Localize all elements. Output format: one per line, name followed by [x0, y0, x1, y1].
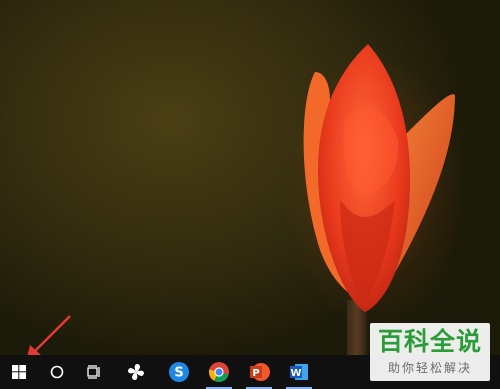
powerpoint-app[interactable]: P — [240, 355, 278, 389]
chrome-browser[interactable] — [200, 355, 238, 389]
svg-text:P: P — [252, 368, 259, 379]
watermark-subtitle: 助你轻松解决 — [387, 361, 472, 375]
sogou-s-icon: S — [169, 362, 189, 382]
task-view-button[interactable] — [76, 355, 114, 389]
chrome-icon — [208, 362, 229, 383]
search-button[interactable] — [38, 355, 76, 389]
powerpoint-icon: P — [250, 363, 270, 381]
sogou-browser[interactable]: S — [160, 355, 198, 389]
task-view-icon — [87, 365, 100, 379]
start-button[interactable] — [0, 355, 38, 389]
cortana-circle-icon — [50, 365, 64, 379]
watermark-logo: 百科全说 助你轻松解决 — [370, 323, 490, 381]
watermark-title: 百科全说 — [377, 327, 482, 356]
pinwheel-app[interactable] — [117, 355, 155, 389]
svg-text:W: W — [290, 368, 301, 379]
word-app[interactable]: W — [280, 355, 318, 389]
pinwheel-icon — [128, 364, 144, 380]
svg-text:S: S — [174, 366, 183, 381]
word-icon: W — [290, 364, 308, 380]
windows-logo-icon — [12, 365, 26, 379]
